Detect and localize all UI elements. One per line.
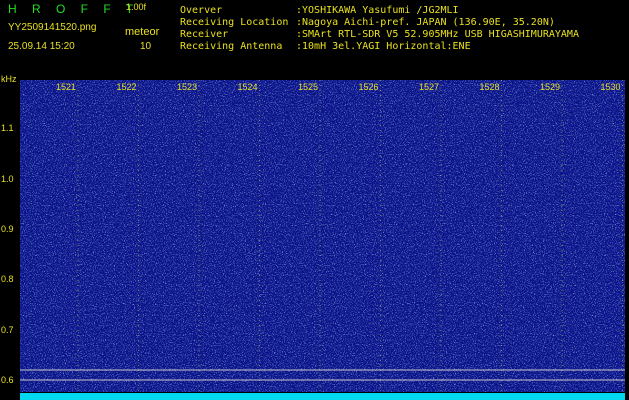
x-tick-label: 1523 [177,82,198,92]
y-tick-label: 1.1 [1,123,14,133]
x-tick-label: 1524 [237,82,258,92]
info-row-observer: Overver :YOSHIKAWA Yasufumi /JG2MLI [180,6,459,16]
x-tick-label: 1526 [358,82,379,92]
info-label: Receiving Location [180,17,289,28]
app-title: H R O F F T [8,2,140,16]
version-label: 1.00f [126,2,147,12]
info-row-antenna: Receiving Antenna :10mH 3el.YAGI Horizont… [180,42,471,52]
y-tick-label: 1.0 [1,174,14,184]
info-row-location: Receiving Location :Nagoya Aichi-pref. JA… [180,18,555,28]
y-axis: 1.1 1.0 0.9 0.8 0.7 0.6 [0,72,20,400]
x-tick-label: 1528 [479,82,500,92]
info-row-receiver: Receiver :SMArt RTL-SDR V5 52.905MHz USB … [180,30,579,40]
info-value: :SMArt RTL-SDR V5 52.905MHz USB HIGASHIM… [296,29,579,40]
meteor-count: 10 [140,41,152,52]
info-value: :Nagoya Aichi-pref. JAPAN (136.90E, 35.2… [296,17,555,28]
image-filename: YY2509141520.png [8,22,97,33]
y-tick-label: 0.9 [1,224,14,234]
spectrogram-plot [20,80,625,392]
mode-label: meteor [125,26,160,38]
x-tick-label: 1525 [298,82,319,92]
x-tick-label: 1521 [56,82,77,92]
x-tick-label: 1530 [600,82,621,92]
info-label: Overver [180,5,223,16]
info-label: Receiver [180,29,229,40]
y-tick-label: 0.8 [1,274,14,284]
capture-datetime: 25.09.14 15:20 [8,41,75,52]
info-label: Receiving Antenna [180,41,283,52]
info-value: :YOSHIKAWA Yasufumi /JG2MLI [296,5,459,16]
y-tick-label: 0.6 [1,375,14,385]
signal-baseline [20,393,625,400]
x-tick-label: 1527 [419,82,440,92]
y-tick-label: 0.7 [1,325,14,335]
x-tick-label: 1529 [540,82,561,92]
info-value: :10mH 3el.YAGI Horizontal:ENE [296,41,471,52]
x-tick-label: 1522 [116,82,137,92]
